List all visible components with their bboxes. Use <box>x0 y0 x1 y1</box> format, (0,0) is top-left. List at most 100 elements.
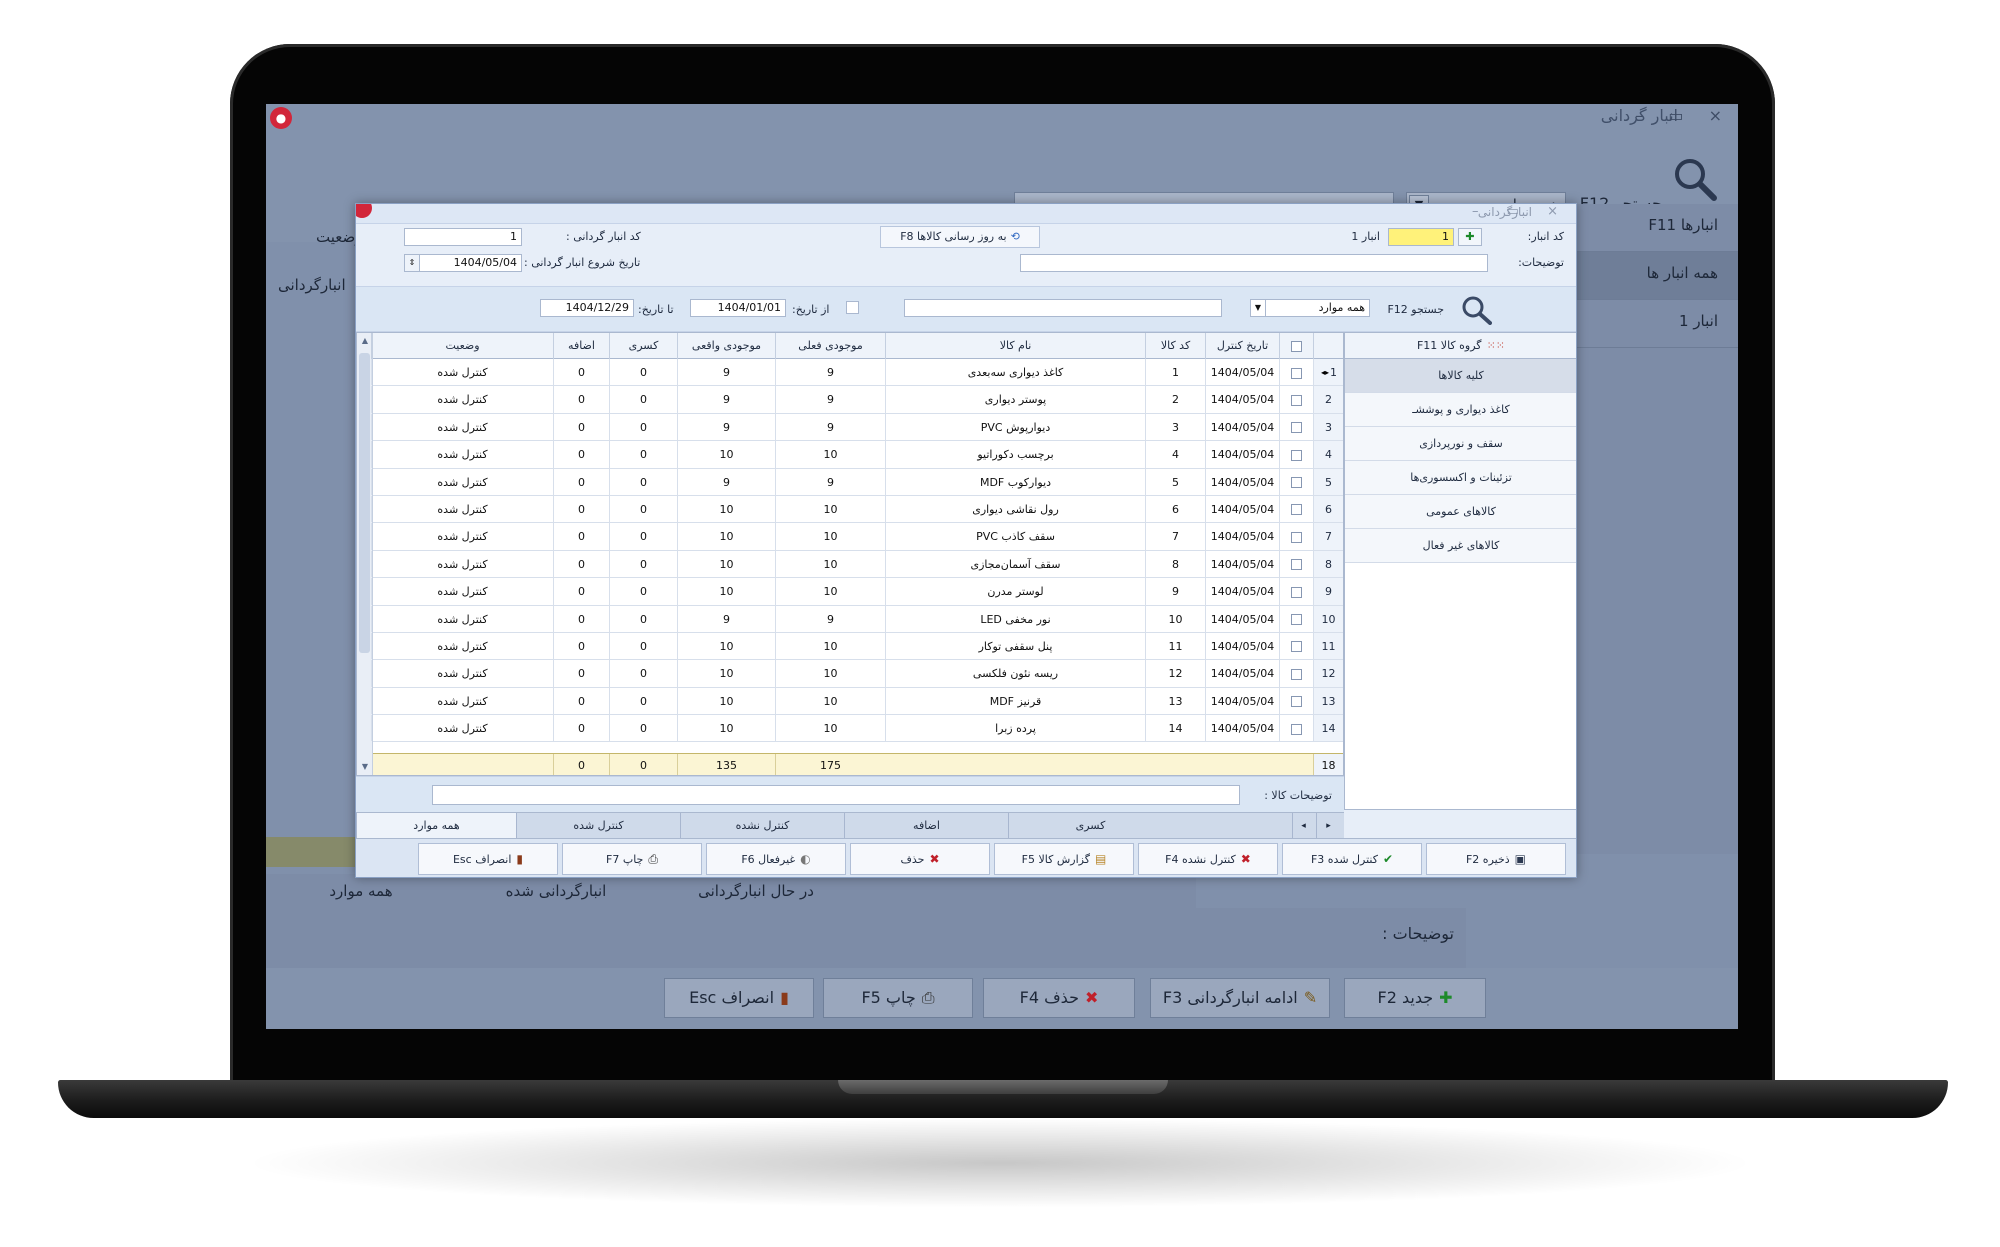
row-checkbox[interactable] <box>1291 641 1302 653</box>
row-checkbox-cell[interactable] <box>1279 495 1313 523</box>
row-checkbox[interactable] <box>1291 696 1302 708</box>
row-checkbox-cell[interactable] <box>1279 413 1313 441</box>
table-row[interactable]: 6 1404/05/04 6 رول نقاشی دیواری 10 10 0 0 کنترل … <box>371 495 1343 524</box>
print-button[interactable]: ⎙ چاپ F5 <box>823 978 973 1018</box>
shortage-cell[interactable]: 0 <box>609 359 677 386</box>
control-date-cell[interactable]: 1404/05/04 <box>1205 550 1279 578</box>
surplus-cell[interactable]: 0 <box>553 441 609 468</box>
group-item-general[interactable]: کالاهای عمومی <box>1345 495 1576 529</box>
row-checkbox-cell[interactable] <box>1279 632 1313 660</box>
item-code-cell[interactable]: 13 <box>1145 687 1205 715</box>
description-field[interactable] <box>1020 254 1488 272</box>
row-checkbox[interactable] <box>1291 531 1302 543</box>
surplus-cell[interactable]: 0 <box>553 550 609 578</box>
status-cell[interactable]: کنترل شده <box>371 523 553 550</box>
row-checkbox-cell[interactable] <box>1279 605 1313 632</box>
col-item-name[interactable]: نام کالا <box>885 333 1145 359</box>
dialog-window-controls[interactable]: – ▭ × <box>1472 204 1570 219</box>
shortage-cell[interactable]: 0 <box>609 715 677 742</box>
col-shortage[interactable]: کسری <box>609 333 677 359</box>
status-tab-unchecked[interactable]: کنترل نشده <box>680 813 844 839</box>
row-checkbox-cell[interactable] <box>1279 550 1313 578</box>
tab-in-progress[interactable]: در حال انبارگردانی <box>656 874 856 908</box>
control-date-cell[interactable]: 1404/05/04 <box>1205 605 1279 632</box>
table-row[interactable]: 3 1404/05/04 3 دیوارپوش PVC 9 9 0 0 کنترل شده <box>371 413 1343 442</box>
surplus-cell[interactable]: 0 <box>553 468 609 495</box>
status-cell[interactable]: کنترل شده <box>371 632 553 660</box>
group-item-ceiling[interactable]: سقف و نورپردازی <box>1345 427 1576 461</box>
row-checkbox[interactable] <box>1291 559 1302 571</box>
real-stock-cell[interactable]: 9 <box>677 468 775 495</box>
item-code-cell[interactable]: 2 <box>1145 386 1205 413</box>
item-code-cell[interactable]: 1 <box>1145 359 1205 386</box>
table-row[interactable]: 14 1404/05/04 14 پرده زبرا 10 10 0 0 کنترل شده <box>371 715 1343 743</box>
table-row[interactable]: 5 1404/05/04 5 دیوارکوب MDF 9 9 0 0 کنترل شده <box>371 468 1343 496</box>
row-checkbox[interactable] <box>1291 723 1302 735</box>
row-checkbox[interactable] <box>1291 586 1302 598</box>
row-checkbox-cell[interactable] <box>1279 578 1313 605</box>
item-code-cell[interactable]: 7 <box>1145 523 1205 550</box>
scroll-up-icon[interactable]: ▲ <box>359 335 371 347</box>
status-tab-all[interactable]: همه موارد <box>356 813 516 839</box>
status-cell[interactable]: کنترل شده <box>371 687 553 715</box>
shortage-cell[interactable]: 0 <box>609 523 677 550</box>
real-stock-cell[interactable]: 10 <box>677 660 775 687</box>
col-real-stock[interactable]: موجودی واقعی <box>677 333 775 359</box>
real-stock-cell[interactable]: 9 <box>677 413 775 441</box>
sync-items-button[interactable]: ⟲به روز رسانی کالاها F8 <box>880 226 1040 248</box>
chevron-down-icon[interactable]: ▼ <box>1250 299 1266 317</box>
status-cell[interactable]: کنترل شده <box>371 578 553 605</box>
control-date-cell[interactable]: 1404/05/04 <box>1205 687 1279 715</box>
to-date-field[interactable]: 1404/12/29 <box>540 299 634 317</box>
from-date-checkbox[interactable] <box>846 301 859 314</box>
item-code-cell[interactable]: 3 <box>1145 413 1205 441</box>
left-tab[interactable]: انبارگردانی <box>278 276 346 294</box>
item-name-cell[interactable]: قرنیز MDF <box>885 687 1145 715</box>
surplus-cell[interactable]: 0 <box>553 687 609 715</box>
item-code-cell[interactable]: 5 <box>1145 468 1205 495</box>
status-tab-shortage[interactable]: کسری <box>1008 813 1172 839</box>
row-checkbox[interactable] <box>1291 614 1302 626</box>
row-checkbox[interactable] <box>1291 449 1302 461</box>
item-description-field[interactable] <box>432 785 1240 805</box>
real-stock-cell[interactable]: 10 <box>677 523 775 550</box>
control-date-cell[interactable]: 1404/05/04 <box>1205 359 1279 386</box>
shortage-cell[interactable]: 0 <box>609 687 677 715</box>
shortage-cell[interactable]: 0 <box>609 578 677 605</box>
scroll-thumb[interactable] <box>359 353 370 653</box>
current-stock-cell[interactable]: 10 <box>775 578 885 605</box>
from-date-field[interactable]: 1404/01/01 <box>690 299 786 317</box>
status-cell[interactable]: کنترل شده <box>371 413 553 441</box>
shortage-cell[interactable]: 0 <box>609 495 677 523</box>
item-name-cell[interactable]: کاغذ دیواری سه‌بعدی <box>885 359 1145 386</box>
status-cell[interactable]: کنترل شده <box>371 660 553 687</box>
row-checkbox-cell[interactable] <box>1279 523 1313 550</box>
row-checkbox-cell[interactable] <box>1279 687 1313 715</box>
shortage-cell[interactable]: 0 <box>609 660 677 687</box>
col-surplus[interactable]: اضافه <box>553 333 609 359</box>
dialog-filter-select[interactable]: همه موارد <box>1250 299 1370 317</box>
real-stock-cell[interactable]: 10 <box>677 441 775 468</box>
cancel-button[interactable]: ▮ انصراف Esc <box>664 978 814 1018</box>
shortage-cell[interactable]: 0 <box>609 413 677 441</box>
item-code-cell[interactable]: 4 <box>1145 441 1205 468</box>
row-checkbox-cell[interactable] <box>1279 715 1313 742</box>
current-stock-cell[interactable]: 10 <box>775 660 885 687</box>
status-cell[interactable]: کنترل شده <box>371 715 553 742</box>
item-name-cell[interactable]: دیوارکوب MDF <box>885 468 1145 495</box>
row-checkbox-cell[interactable] <box>1279 359 1313 386</box>
group-item-wall[interactable]: کاغذ دیواری و پوششـ <box>1345 393 1576 427</box>
real-stock-cell[interactable]: 9 <box>677 359 775 386</box>
continue-button[interactable]: ✎ ادامه انبارگردانی F3 <box>1150 978 1330 1018</box>
new-button[interactable]: ✚ جدید F2 <box>1344 978 1486 1018</box>
tab-all[interactable]: همه موارد <box>266 874 456 908</box>
deactivate-button[interactable]: ◐ غیرفعال F6 <box>706 843 846 875</box>
control-date-cell[interactable]: 1404/05/04 <box>1205 441 1279 468</box>
surplus-cell[interactable]: 0 <box>553 605 609 632</box>
dialog-search-input[interactable] <box>904 299 1222 317</box>
mark-checked-button[interactable]: ✔ کنترل شده F3 <box>1282 843 1422 875</box>
item-code-cell[interactable]: 12 <box>1145 660 1205 687</box>
col-current-stock[interactable]: موجودی فعلی <box>775 333 885 359</box>
status-tab-surplus[interactable]: اضافه <box>844 813 1008 839</box>
item-code-cell[interactable]: 9 <box>1145 578 1205 605</box>
